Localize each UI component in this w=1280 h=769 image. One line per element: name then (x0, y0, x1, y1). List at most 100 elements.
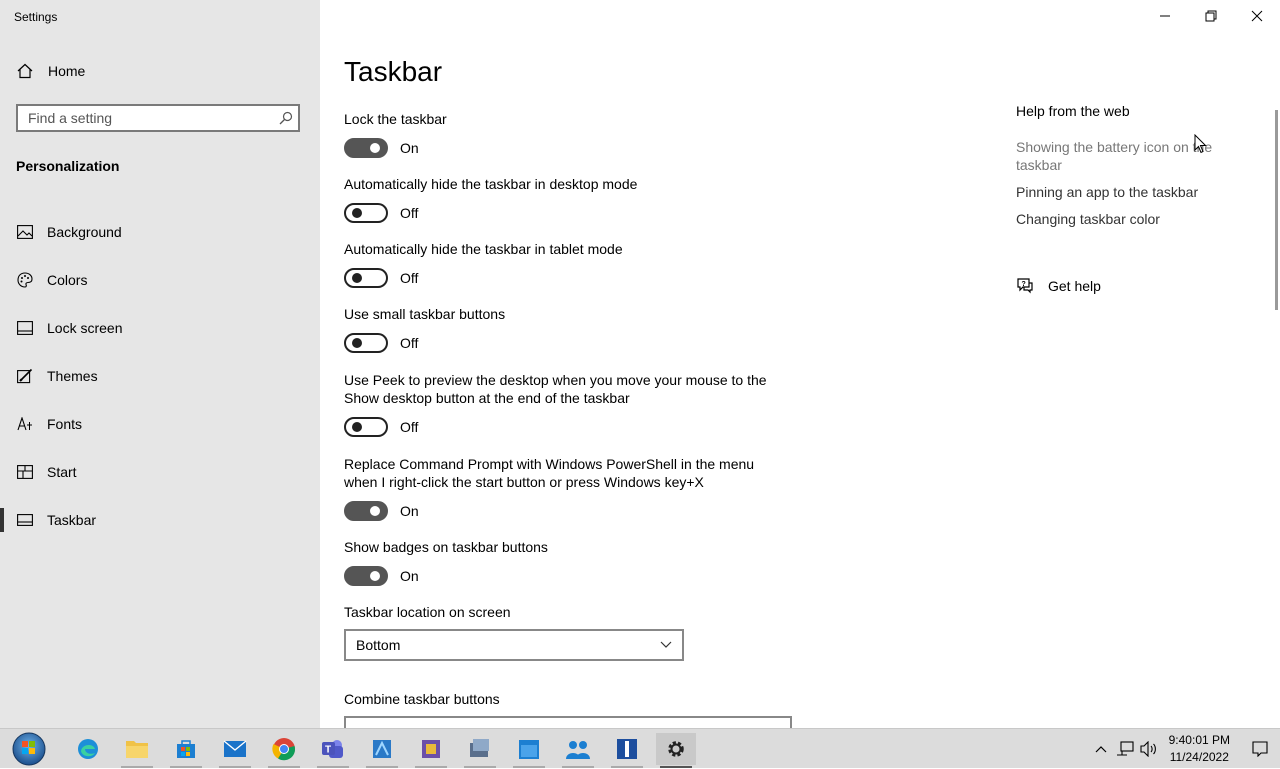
people-icon (566, 741, 590, 759)
start-button[interactable] (8, 731, 50, 767)
chat-help-icon: ? (1016, 278, 1034, 294)
search-input[interactable] (18, 106, 274, 130)
minimize-icon (1160, 15, 1170, 17)
volume-icon[interactable] (1137, 741, 1161, 757)
taskbar-mail[interactable] (215, 733, 255, 768)
chevron-down-icon (660, 641, 672, 648)
setting-label-lock-taskbar: Lock the taskbar (344, 111, 447, 127)
setting-label-badges: Show badges on taskbar buttons (344, 539, 548, 555)
combine-label: Combine taskbar buttons (344, 691, 500, 707)
toggle-state: Off (400, 205, 419, 221)
taskbar: T 9:40:01 PM 11/24/2022 (0, 728, 1280, 768)
toggle-state: Off (400, 419, 419, 435)
setting-label-autohide-desktop: Automatically hide the taskbar in deskto… (344, 176, 638, 192)
chevron-up-icon[interactable] (1089, 745, 1113, 753)
toggle-row-small-buttons: Off (344, 333, 418, 353)
search-box[interactable] (16, 104, 300, 132)
sidebar-item-start[interactable]: Start (0, 448, 320, 496)
taskbar-app-3[interactable] (460, 733, 500, 768)
sidebar-item-themes[interactable]: Themes (0, 352, 320, 400)
taskbar-edge[interactable] (68, 733, 108, 765)
restore-icon (1205, 10, 1217, 22)
toggle-state: Off (400, 270, 419, 286)
image-icon (16, 223, 34, 241)
store-icon (177, 740, 195, 758)
teams-icon: T (322, 740, 343, 758)
page-title: Taskbar (344, 56, 443, 87)
app-title: Settings (14, 10, 58, 24)
brush-icon (16, 367, 34, 385)
toggle-row-badges: On (344, 566, 419, 586)
lock-taskbar-toggle[interactable] (344, 138, 388, 158)
home-label: Home (48, 63, 86, 79)
taskbar-chrome[interactable] (264, 733, 304, 768)
taskbar-store[interactable] (166, 733, 206, 768)
sidebar-nav: Background Colors Lock screen Themes Fon… (0, 208, 320, 544)
sidebar-item-fonts[interactable]: Fonts (0, 400, 320, 448)
network-icon[interactable] (1113, 741, 1137, 757)
toggle-row-autohide-tablet: Off (344, 268, 418, 288)
home-nav-item[interactable]: Home (16, 62, 85, 80)
scrollbar[interactable] (1275, 110, 1278, 310)
taskbar-app-4[interactable] (607, 733, 647, 768)
clock[interactable]: 9:40:01 PM 11/24/2022 (1169, 732, 1230, 766)
toggle-row-peek: Off (344, 417, 418, 437)
sidebar-item-label: Colors (47, 272, 88, 288)
taskbar-file-explorer[interactable] (117, 733, 157, 768)
taskbar-app-2[interactable] (411, 733, 451, 768)
sidebar-item-label: Taskbar (47, 512, 97, 528)
sidebar: Settings Home Personalization Background… (0, 0, 320, 728)
sidebar-item-colors[interactable]: Colors (0, 256, 320, 304)
combine-buttons-dropdown[interactable] (344, 716, 792, 728)
get-help-label: Get help (1048, 278, 1101, 294)
main-content: Taskbar Lock the taskbar On Automaticall… (344, 0, 984, 728)
help-link-color[interactable]: Changing taskbar color (1016, 210, 1236, 228)
taskbar-app-1[interactable] (362, 733, 402, 768)
start-icon (16, 463, 34, 481)
lock-screen-icon (16, 319, 34, 337)
taskbar-calendar[interactable] (509, 733, 549, 768)
autohide-desktop-toggle[interactable] (344, 203, 388, 223)
toggle-state: On (400, 568, 419, 584)
taskbar-icon (16, 511, 34, 529)
search-icon[interactable] (274, 111, 298, 125)
notification-icon[interactable] (1240, 741, 1280, 757)
autohide-tablet-toggle[interactable] (344, 268, 388, 288)
sidebar-item-label: Fonts (47, 416, 83, 432)
sidebar-item-taskbar[interactable]: Taskbar (0, 496, 320, 544)
svg-text:?: ? (1022, 281, 1026, 288)
location-label: Taskbar location on screen (344, 604, 511, 620)
sidebar-item-background[interactable]: Background (0, 208, 320, 256)
taskbar-location-dropdown[interactable]: Bottom (344, 629, 684, 661)
close-icon (1251, 10, 1263, 22)
chrome-icon (272, 738, 296, 761)
peek-toggle[interactable] (344, 417, 388, 437)
toggle-state: Off (400, 335, 419, 351)
taskbar-people[interactable] (558, 733, 598, 768)
setting-label-autohide-tablet: Automatically hide the taskbar in tablet… (344, 241, 623, 257)
sidebar-item-lock-screen[interactable]: Lock screen (0, 304, 320, 352)
taskbar-teams[interactable]: T (313, 733, 353, 768)
restore-button[interactable] (1188, 0, 1234, 32)
help-title: Help from the web (1016, 103, 1130, 119)
small-buttons-toggle[interactable] (344, 333, 388, 353)
get-help-link[interactable]: ? Get help (1016, 278, 1101, 294)
mouse-cursor-icon (1194, 133, 1208, 159)
help-link-pinning[interactable]: Pinning an app to the taskbar (1016, 183, 1236, 201)
file-explorer-icon (126, 741, 148, 758)
close-button[interactable] (1234, 0, 1280, 32)
clock-date: 11/24/2022 (1169, 750, 1229, 764)
minimize-button[interactable] (1142, 0, 1188, 32)
setting-label-peek: Use Peek to preview the desktop when you… (344, 372, 767, 406)
sidebar-item-label: Lock screen (47, 320, 123, 336)
settings-icon (668, 741, 684, 757)
windows-start-icon (12, 732, 46, 766)
powershell-toggle[interactable] (344, 501, 388, 521)
taskbar-settings[interactable] (656, 733, 696, 768)
palette-icon (16, 271, 34, 289)
mail-icon (223, 740, 247, 757)
window-controls (1142, 0, 1280, 32)
badges-toggle[interactable] (344, 566, 388, 586)
toggle-row-powershell: On (344, 501, 419, 521)
sidebar-item-label: Themes (47, 368, 98, 384)
